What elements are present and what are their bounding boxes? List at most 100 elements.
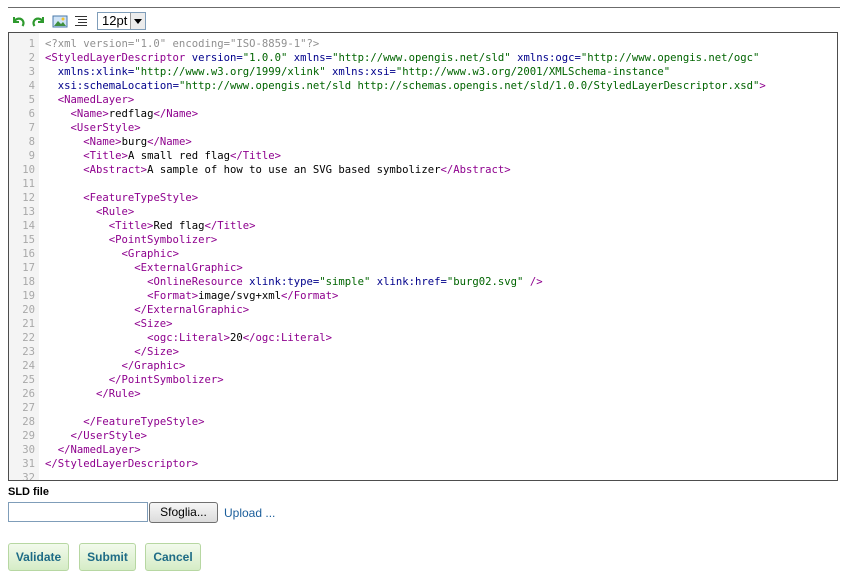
code-token: </Name> — [153, 108, 199, 120]
code-token: </Rule> — [96, 388, 141, 400]
code-text: </NamedLayer> — [45, 443, 141, 457]
code-token: <PointSymbolizer> — [108, 234, 218, 246]
code-token: <Title> — [108, 220, 154, 232]
line-number: 27 — [22, 402, 35, 414]
editor-toolbar: 12pt — [10, 12, 147, 30]
code-line: 27 — [9, 401, 837, 415]
code-text: <Title>A small red flag</Title> — [45, 149, 281, 163]
code-line: 8 <Name>burg</Name> — [9, 135, 837, 149]
redo-icon[interactable] — [31, 13, 47, 29]
sld-code-editor[interactable]: 1 <?xml version="1.0" encoding="ISO-8859-… — [8, 32, 838, 481]
code-token: <Size> — [134, 318, 173, 330]
code-token: </ExternalGraphic> — [134, 304, 250, 316]
code-token: </NamedLayer> — [57, 444, 141, 456]
code-line: 15 <PointSymbolizer> — [9, 233, 837, 247]
code-text: <Abstract>A sample of how to use an SVG … — [45, 163, 510, 177]
code-token: xmlns:ogc= — [517, 52, 581, 64]
code-text: <Format>image/svg+xml</Format> — [45, 289, 338, 303]
code-line: 26 </Rule> — [9, 387, 837, 401]
code-text: <Size> — [45, 317, 173, 331]
code-line: 9 <Title>A small red flag</Title> — [9, 149, 837, 163]
code-line: 17 <ExternalGraphic> — [9, 261, 837, 275]
code-line: 4 xsi:schemaLocation="http://www.opengis… — [9, 79, 837, 93]
chevron-down-icon[interactable] — [130, 13, 146, 29]
cancel-button[interactable]: Cancel — [145, 543, 201, 571]
line-number: 28 — [22, 416, 35, 428]
code-line: 19 <Format>image/svg+xml</Format> — [9, 289, 837, 303]
code-line: 21 <Size> — [9, 317, 837, 331]
line-number: 5 — [28, 94, 35, 106]
code-text: </StyledLayerDescriptor> — [45, 457, 198, 471]
upload-link[interactable]: Upload ... — [224, 506, 275, 520]
submit-button[interactable]: Submit — [79, 543, 136, 571]
code-line: 6 <Name>redflag</Name> — [9, 107, 837, 121]
code-line: 20 </ExternalGraphic> — [9, 303, 837, 317]
undo-icon[interactable] — [10, 13, 26, 29]
line-number: 25 — [22, 374, 35, 386]
code-text: xmlns:xlink="http://www.w3.org/1999/xlin… — [45, 65, 670, 79]
code-line: 10 <Abstract>A sample of how to use an S… — [9, 163, 837, 177]
code-text: <PointSymbolizer> — [45, 233, 217, 247]
validate-button[interactable]: Validate — [8, 543, 69, 571]
line-number: 30 — [22, 444, 35, 456]
code-token: "burg02.svg" — [446, 276, 524, 288]
line-number: 15 — [22, 234, 35, 246]
code-token: </FeatureTypeStyle> — [83, 416, 205, 428]
line-number: 21 — [22, 318, 35, 330]
image-icon[interactable] — [52, 13, 68, 29]
code-line: 16 <Graphic> — [9, 247, 837, 261]
code-line: 3 xmlns:xlink="http://www.w3.org/1999/xl… — [9, 65, 837, 79]
code-token: </StyledLayerDescriptor> — [45, 458, 199, 470]
code-line: 23 </Size> — [9, 345, 837, 359]
code-line: 22 <ogc:Literal>20</ogc:Literal> — [9, 331, 837, 345]
format-code-icon[interactable] — [73, 13, 89, 29]
code-token: "http://www.w3.org/2001/XMLSchema-instan… — [395, 66, 671, 78]
line-number: 29 — [22, 430, 35, 442]
sld-file-label: SLD file — [8, 486, 49, 498]
code-text: </PointSymbolizer> — [45, 373, 224, 387]
line-number: 7 — [28, 122, 35, 134]
code-token: <Title> — [83, 150, 128, 162]
code-token: <?xml version="1.0" encoding="ISO-8859-1… — [45, 38, 320, 50]
line-number: 14 — [22, 220, 35, 232]
code-text: </Size> — [45, 345, 179, 359]
code-token: xmlns:xlink= — [57, 66, 135, 78]
code-line: 30 </NamedLayer> — [9, 443, 837, 457]
line-number: 17 — [22, 262, 35, 274]
code-line: 7 <UserStyle> — [9, 121, 837, 135]
code-text: <ogc:Literal>20</ogc:Literal> — [45, 331, 332, 345]
code-token: <UserStyle> — [70, 122, 141, 134]
font-size-select[interactable]: 12pt — [97, 12, 147, 30]
code-token: </UserStyle> — [70, 430, 148, 442]
line-number: 18 — [22, 276, 35, 288]
code-text: <Graphic> — [45, 247, 179, 261]
code-token: <OnlineResource — [147, 276, 243, 288]
code-token: image/svg+xml — [198, 290, 282, 302]
code-token: </ogc:Literal> — [242, 332, 333, 344]
code-text: <FeatureTypeStyle> — [45, 191, 198, 205]
line-number: 10 — [22, 164, 35, 176]
code-text: </Graphic> — [45, 359, 186, 373]
code-line: 12 <FeatureTypeStyle> — [9, 191, 837, 205]
code-token: xlink:type= — [249, 276, 320, 288]
code-text: <Name>redflag</Name> — [45, 107, 199, 121]
browse-button[interactable]: Sfoglia... — [149, 502, 218, 523]
code-token: A sample of how to use an SVG based symb… — [147, 164, 441, 176]
sld-file-input[interactable] — [8, 502, 148, 522]
line-number: 24 — [22, 360, 35, 372]
code-token: <Rule> — [96, 206, 135, 218]
line-number: 4 — [28, 80, 35, 92]
code-line: 14 <Title>Red flag</Title> — [9, 219, 837, 233]
line-number: 9 — [28, 150, 35, 162]
